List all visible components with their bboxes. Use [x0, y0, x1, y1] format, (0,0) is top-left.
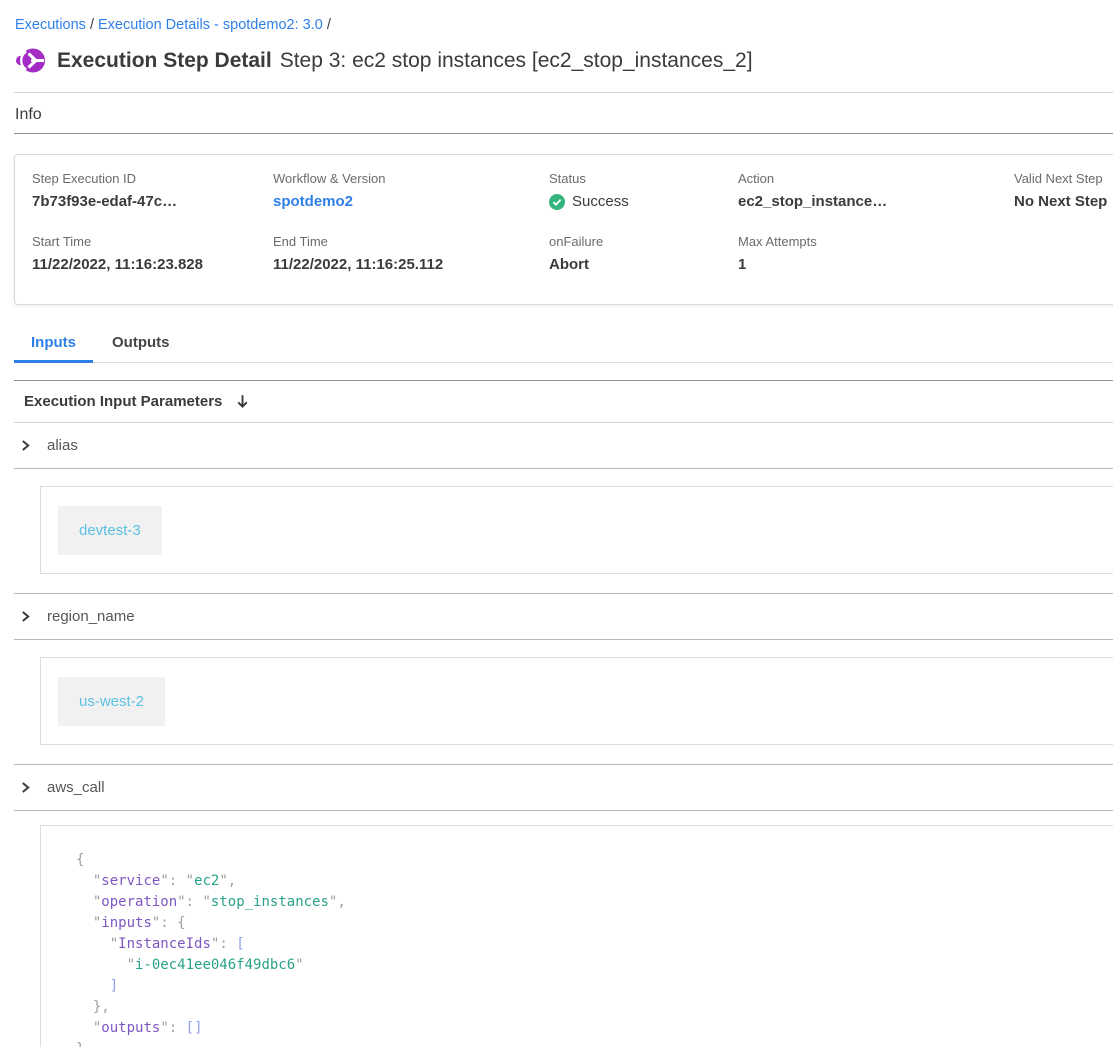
params-heading: Execution Input Parameters: [24, 393, 222, 410]
tab-outputs[interactable]: Outputs: [95, 334, 187, 363]
page-subtitle: Step 3: ec2 stop instances [ec2_stop_ins…: [280, 49, 753, 73]
param-value-chip: devtest-3: [58, 506, 162, 555]
info-card: Step Execution ID 7b73f93e-edaf-47c… Wor…: [14, 154, 1113, 305]
param-key: aws_call: [47, 779, 105, 796]
field-value: ec2_stop_instance…: [738, 193, 1014, 210]
field-value: 11/22/2022, 11:16:23.828: [32, 256, 273, 273]
param-row-alias[interactable]: alias: [0, 423, 1113, 468]
field-label: Workflow & Version: [273, 171, 549, 186]
field-valid-next-step: Valid Next Step No Next Step: [1014, 171, 1113, 221]
collapse-all-arrow-icon[interactable]: [235, 394, 250, 409]
divider: [14, 92, 1113, 93]
breadcrumb: Executions/Execution Details - spotdemo2…: [0, 0, 1113, 33]
param-key: region_name: [47, 608, 135, 625]
json-code-block: { "service": "ec2", "operation": "stop_i…: [76, 850, 1113, 1047]
field-label: Valid Next Step: [1014, 171, 1113, 186]
breadcrumb-separator: /: [86, 17, 98, 33]
chevron-right-icon: [20, 440, 31, 451]
field-value: Abort: [549, 256, 738, 273]
chevron-right-icon: [20, 611, 31, 622]
param-value-panel-aws-call: { "service": "ec2", "operation": "stop_i…: [40, 825, 1113, 1047]
execution-input-parameters-header: Execution Input Parameters: [0, 381, 1113, 422]
info-heading: Info: [15, 106, 1113, 124]
divider: [14, 468, 1113, 469]
field-value: 7b73f93e-edaf-47c…: [32, 193, 273, 210]
field-label: Status: [549, 171, 738, 186]
field-end-time: End Time 11/22/2022, 11:16:25.112: [273, 234, 549, 284]
success-check-icon: [549, 194, 565, 210]
tab-inputs[interactable]: Inputs: [14, 334, 93, 363]
field-max-attempts: Max Attempts 1: [738, 234, 1014, 284]
param-value-panel-region-name: us-west-2: [40, 657, 1113, 745]
field-workflow-version: Workflow & Version spotdemo2: [273, 171, 549, 221]
page-title: Execution Step Detail: [57, 49, 272, 73]
field-value: 1: [738, 256, 1014, 273]
field-label: Step Execution ID: [32, 171, 273, 186]
breadcrumb-link-execution-details[interactable]: Execution Details - spotdemo2: 3.0: [98, 17, 323, 33]
divider: [14, 639, 1113, 640]
field-value: No Next Step: [1014, 193, 1113, 210]
field-label: Action: [738, 171, 1014, 186]
field-label: onFailure: [549, 234, 738, 249]
workflow-link[interactable]: spotdemo2: [273, 193, 549, 210]
field-label: Start Time: [32, 234, 273, 249]
divider: [14, 810, 1113, 811]
execution-step-detail-page: Executions/Execution Details - spotdemo2…: [0, 0, 1113, 1047]
breadcrumb-separator: /: [323, 17, 335, 33]
param-row-region-name[interactable]: region_name: [0, 594, 1113, 639]
field-label: Max Attempts: [738, 234, 1014, 249]
inputs-outputs-tabs: Inputs Outputs: [14, 334, 1113, 363]
page-title-bar: Execution Step Detail Step 3: ec2 stop i…: [16, 46, 1113, 75]
field-status: Status Success: [549, 171, 738, 221]
chevron-right-icon: [20, 782, 31, 793]
app-logo-icon: [16, 46, 45, 75]
status-badge: Success: [572, 193, 629, 210]
field-empty: [1014, 234, 1113, 284]
breadcrumb-link-executions[interactable]: Executions: [15, 17, 86, 33]
field-onfailure: onFailure Abort: [549, 234, 738, 284]
field-value: 11/22/2022, 11:16:25.112: [273, 256, 549, 273]
field-start-time: Start Time 11/22/2022, 11:16:23.828: [32, 234, 273, 284]
field-step-execution-id: Step Execution ID 7b73f93e-edaf-47c…: [32, 171, 273, 221]
param-row-aws-call[interactable]: aws_call: [0, 765, 1113, 810]
field-label: End Time: [273, 234, 549, 249]
param-value-chip: us-west-2: [58, 677, 165, 726]
field-action: Action ec2_stop_instance…: [738, 171, 1014, 221]
divider: [14, 133, 1113, 134]
param-key: alias: [47, 437, 78, 454]
param-value-panel-alias: devtest-3: [40, 486, 1113, 574]
